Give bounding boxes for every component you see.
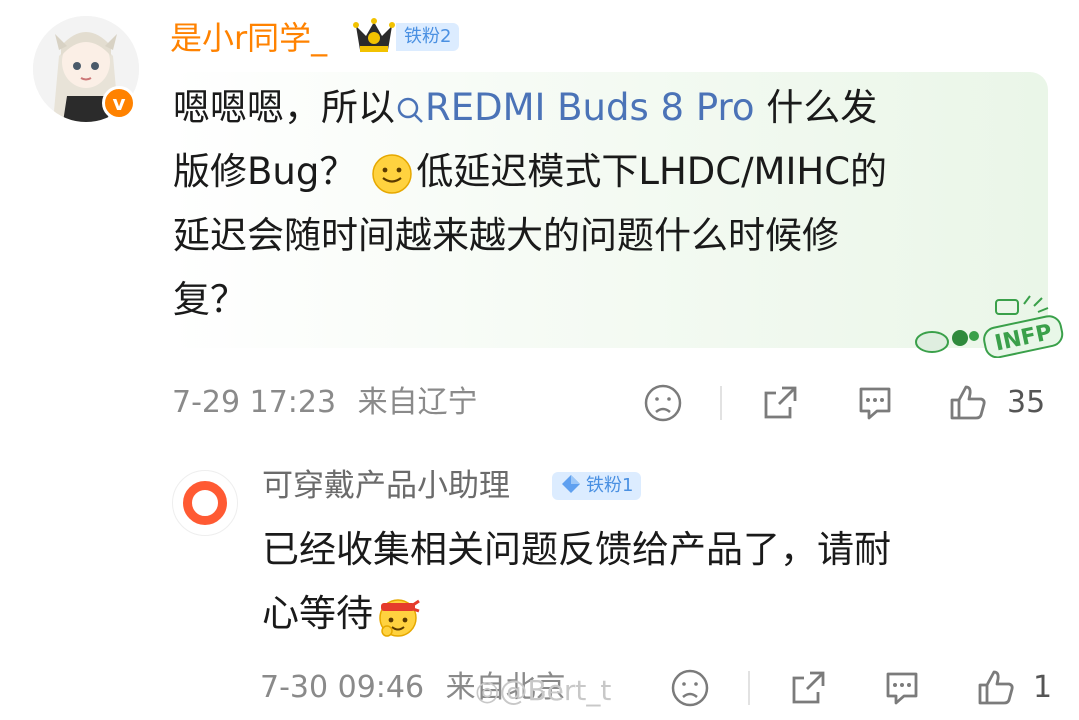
like-button[interactable]: [948, 383, 988, 423]
reply-like-button[interactable]: [976, 668, 1016, 708]
dislike-button[interactable]: [643, 383, 683, 423]
reply-text-line-2: 心等待: [262, 582, 421, 646]
diamond-icon: [562, 475, 580, 493]
like-count: 35: [1007, 385, 1046, 420]
share-button[interactable]: [760, 383, 800, 423]
infp-sticker: INFP: [910, 292, 1066, 359]
frown-face-icon: [671, 669, 709, 707]
reply-action-divider: [748, 671, 750, 705]
fan-level-badge: 铁粉2: [396, 23, 460, 51]
reply-text-line-1: 已经收集相关问题反馈给产品了，请耐: [262, 528, 891, 571]
topic-link[interactable]: REDMI Buds 8 Pro: [395, 86, 755, 129]
reply-dislike-button[interactable]: [670, 668, 710, 708]
brand-logo-icon: [183, 481, 227, 525]
comment-meta: 7-29 17:23 来自辽宁: [172, 383, 478, 423]
share-icon: [764, 386, 797, 419]
comment-text-line-1: 嗯嗯嗯，所以 REDMI Buds 8 Pro 什么发: [173, 86, 878, 129]
comment-icon: [886, 672, 918, 705]
comment-location: 来自辽宁: [357, 385, 478, 420]
reply-comment-button[interactable]: [882, 668, 922, 708]
reply-time: 7-30 09:46: [260, 670, 425, 705]
smile-emoji-icon: [372, 153, 413, 194]
fighting-emoji-icon: [379, 598, 420, 637]
comment-text-line-2: 版修Bug？ 低延迟模式下LHDC/MIHC的: [173, 140, 887, 204]
comment-text-line-3: 延迟会随时间越来越大的问题什么时候修: [173, 214, 839, 257]
comment-icon: [859, 387, 891, 420]
crown-icon: [352, 16, 396, 56]
share-icon: [792, 671, 825, 704]
thumbs-up-icon: [978, 670, 1014, 705]
weibo-logo-icon: ◎: [475, 674, 500, 707]
reply-fan-badge: 铁粉1: [552, 472, 642, 500]
reply-like-count: 1: [1033, 670, 1053, 705]
action-divider: [720, 386, 722, 420]
comment-text-line-4: 复？: [173, 278, 247, 321]
thumbs-up-icon: [950, 385, 986, 420]
comment-username[interactable]: 是小r同学_: [170, 14, 327, 62]
frown-face-icon: [644, 384, 682, 422]
comment-button[interactable]: [855, 383, 895, 423]
reply-share-button[interactable]: [788, 668, 828, 708]
comment-time: 7-29 17:23: [172, 385, 337, 420]
reply-username[interactable]: 可穿戴产品小助理: [262, 464, 510, 508]
search-icon: [397, 97, 423, 123]
verified-badge-icon: v: [102, 86, 136, 120]
watermark: ◎@Bert_t: [475, 674, 612, 707]
